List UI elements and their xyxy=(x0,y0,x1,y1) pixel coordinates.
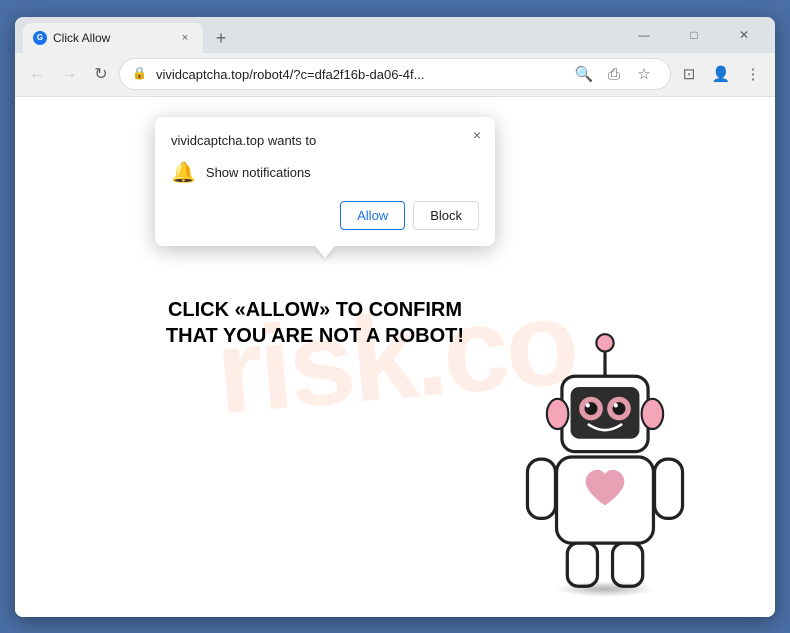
split-view-button[interactable]: ⊡ xyxy=(675,60,703,88)
forward-button[interactable]: → xyxy=(55,60,83,88)
notification-popup: × vividcaptcha.top wants to 🔔 Show notif… xyxy=(155,117,495,246)
popup-title: vividcaptcha.top wants to xyxy=(171,133,479,148)
robot-svg xyxy=(495,317,715,597)
refresh-button[interactable]: ↻ xyxy=(87,60,115,88)
lock-icon: 🔒 xyxy=(132,66,148,82)
back-button[interactable]: ← xyxy=(23,60,51,88)
allow-button[interactable]: Allow xyxy=(340,201,405,230)
address-bar[interactable]: 🔒 vividcaptcha.top/robot4/?c=dfa2f16b-da… xyxy=(119,58,671,90)
new-tab-button[interactable]: + xyxy=(207,25,235,53)
menu-button[interactable]: ⋮ xyxy=(739,60,767,88)
notification-label: Show notifications xyxy=(206,165,311,180)
share-icon[interactable]: ⎙ xyxy=(600,60,628,88)
search-icon[interactable]: 🔍 xyxy=(570,60,598,88)
window-controls: — □ ✕ xyxy=(621,19,767,51)
robot-shadow xyxy=(555,581,655,597)
url-text: vividcaptcha.top/robot4/?c=dfa2f16b-da06… xyxy=(156,67,562,82)
tab-close-button[interactable]: × xyxy=(177,30,193,46)
title-bar: G Click Allow × + — □ ✕ xyxy=(15,17,775,53)
tab-title: Click Allow xyxy=(53,31,171,45)
address-bar-icons: 🔍 ⎙ ☆ xyxy=(570,60,658,88)
cta-text-container: CLICK «ALLOW» TO CONFIRM THAT YOU ARE NO… xyxy=(155,297,475,349)
tab-area: G Click Allow × + xyxy=(23,17,621,53)
popup-close-button[interactable]: × xyxy=(467,125,487,145)
profile-button[interactable]: 👤 xyxy=(707,60,735,88)
active-tab[interactable]: G Click Allow × xyxy=(23,23,203,53)
tab-favicon: G xyxy=(33,31,47,45)
cta-main-text: CLICK «ALLOW» TO CONFIRM THAT YOU ARE NO… xyxy=(155,297,475,349)
popup-actions: Allow Block xyxy=(171,201,479,230)
popup-tail xyxy=(315,246,335,258)
toolbar: ← → ↻ 🔒 vividcaptcha.top/robot4/?c=dfa2f… xyxy=(15,53,775,97)
maximize-button[interactable]: □ xyxy=(671,19,717,51)
page-content: risk.co × vividcaptcha.top wants to 🔔 Sh… xyxy=(15,97,775,617)
bookmark-icon[interactable]: ☆ xyxy=(630,60,658,88)
block-button[interactable]: Block xyxy=(413,201,479,230)
close-button[interactable]: ✕ xyxy=(721,19,767,51)
minimize-button[interactable]: — xyxy=(621,19,667,51)
notification-row: 🔔 Show notifications xyxy=(171,160,479,185)
bell-icon: 🔔 xyxy=(171,160,196,185)
browser-window: G Click Allow × + — □ ✕ ← → ↻ 🔒 vividcap… xyxy=(15,17,775,617)
robot-character xyxy=(495,317,715,597)
